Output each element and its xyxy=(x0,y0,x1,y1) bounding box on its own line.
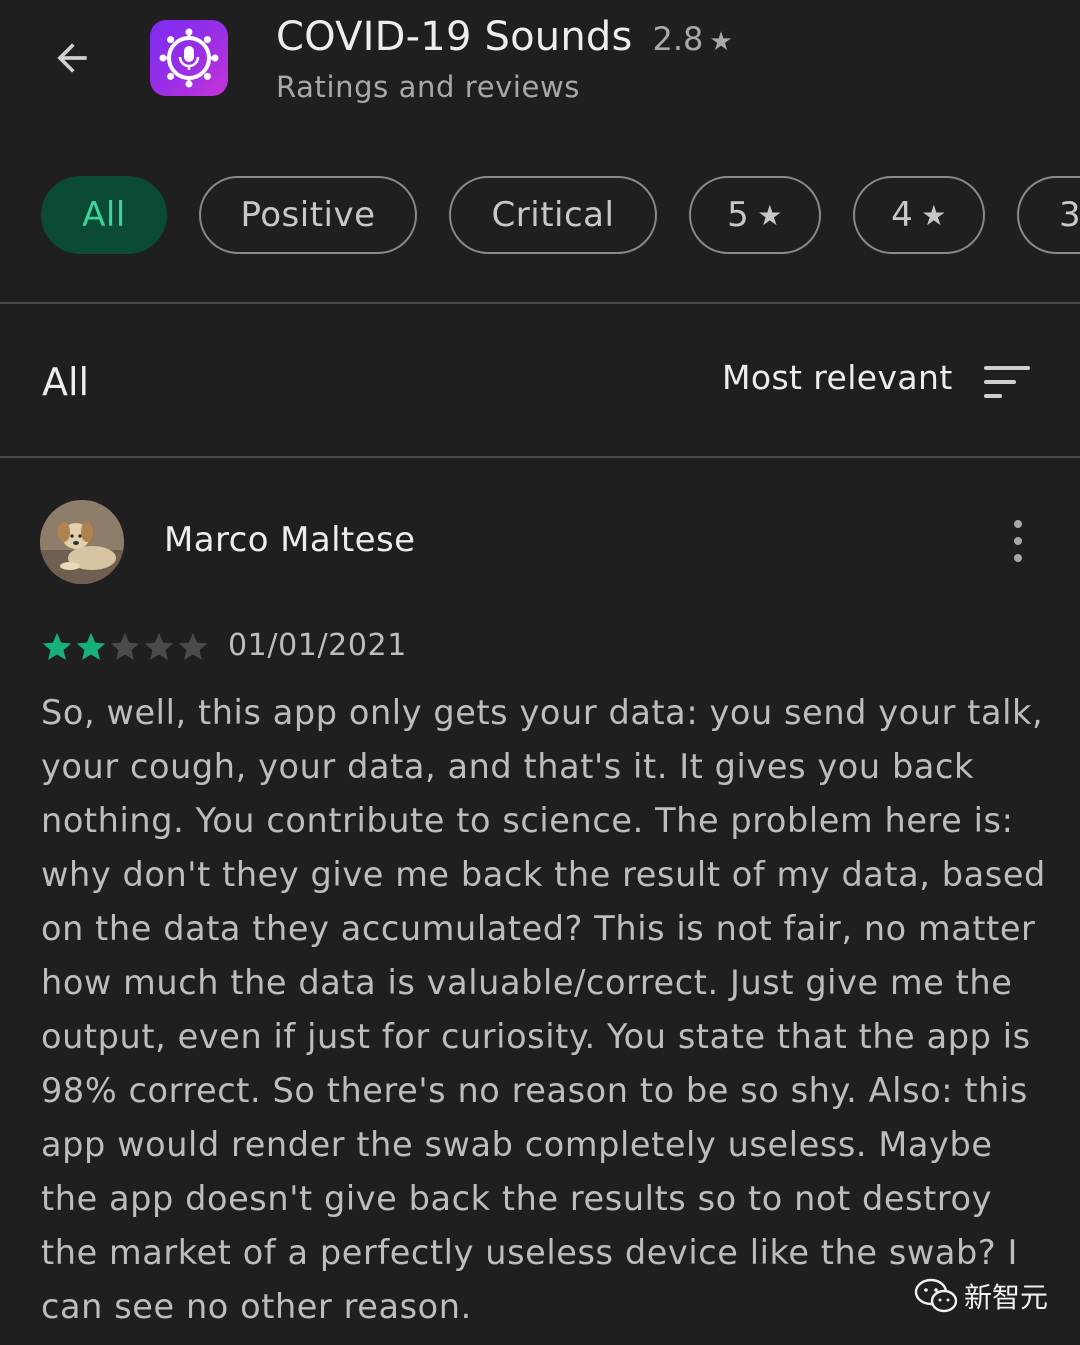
chip-all[interactable]: All xyxy=(41,176,167,254)
chip-label: 5 xyxy=(727,195,750,235)
review-text-line: your cough, your data, and that's it. It… xyxy=(41,747,974,786)
review-text-line: can see no other reason. xyxy=(41,1287,472,1326)
review-text-line: how much the data is valuable/correct. J… xyxy=(41,963,1013,1002)
chip-label: 4 xyxy=(891,195,914,235)
reviewer-name: Marco Maltese xyxy=(164,520,416,560)
star-icon: ★ xyxy=(757,198,783,232)
review-text-line: output, even if just for curiosity. You … xyxy=(41,1017,1031,1056)
star-filled-icon xyxy=(76,632,106,661)
more-options-button[interactable] xyxy=(1000,516,1036,566)
review-text-line: app would render the swab completely use… xyxy=(41,1125,993,1164)
review-text-line: nothing. You contribute to science. The … xyxy=(41,801,1014,840)
chip-label: 3 xyxy=(1059,195,1080,235)
page-subtitle: Ratings and reviews xyxy=(276,70,581,104)
sort-icon[interactable] xyxy=(984,364,1032,400)
watermark-text: 新智元 xyxy=(964,1281,1049,1314)
microphone-virus-icon xyxy=(159,28,219,88)
chip-label: Positive xyxy=(240,195,376,235)
more-vert-icon-dot xyxy=(1014,537,1022,545)
chip-3-star[interactable]: 3 xyxy=(1017,176,1080,254)
dog-photo xyxy=(40,500,124,584)
current-filter-label: All xyxy=(42,360,90,404)
app-header: COVID-19 Sounds 2.8 ★ Ratings and review… xyxy=(0,0,1080,140)
chip-positive[interactable]: Positive xyxy=(199,176,417,254)
star-empty-icon xyxy=(144,632,174,661)
sort-button[interactable]: Most relevant xyxy=(722,358,953,397)
review-text-line: 98% correct. So there's no reason to be … xyxy=(41,1071,1028,1110)
star-empty-icon xyxy=(178,632,208,661)
chip-4-star[interactable]: 4 ★ xyxy=(853,176,985,254)
review-text: So, well, this app only gets your data: … xyxy=(41,686,1046,1334)
chip-critical[interactable]: Critical xyxy=(449,176,657,254)
review-date: 01/01/2021 xyxy=(228,628,407,663)
wechat-icon xyxy=(914,1278,958,1313)
app-icon[interactable] xyxy=(150,20,228,96)
star-icon: ★ xyxy=(921,198,947,232)
arrow-left-icon xyxy=(57,43,87,73)
star-rating xyxy=(40,628,210,666)
review-text-line: on the data they accumulated? This is no… xyxy=(41,909,1036,948)
avatar xyxy=(40,500,124,584)
review-text-line: why don't they give me back the result o… xyxy=(41,855,1046,894)
review-text-line: the market of a perfectly useless device… xyxy=(41,1233,1018,1272)
more-vert-icon-dot xyxy=(1014,554,1022,562)
divider xyxy=(0,302,1080,304)
chip-label: All xyxy=(82,195,126,235)
back-button[interactable] xyxy=(44,30,100,86)
divider xyxy=(0,456,1080,458)
app-title-row: COVID-19 Sounds 2.8 ★ xyxy=(276,14,733,66)
star-filled-icon xyxy=(42,632,72,661)
watermark: 新智元 xyxy=(914,1276,1048,1316)
app-title: COVID-19 Sounds xyxy=(276,14,633,60)
more-vert-icon xyxy=(1014,520,1022,528)
chip-5-star[interactable]: 5 ★ xyxy=(689,176,821,254)
app-rating: 2.8 xyxy=(652,20,704,58)
review-text-line: the app doesn't give back the results so… xyxy=(41,1179,993,1218)
rating-star-icon: ★ xyxy=(709,27,733,57)
chip-label: Critical xyxy=(491,195,615,235)
review-text-line: So, well, this app only gets your data: … xyxy=(41,693,1044,732)
filter-chips: All Positive Critical 5 ★ 4 ★ 3 xyxy=(0,176,1080,258)
star-empty-icon xyxy=(110,632,140,661)
